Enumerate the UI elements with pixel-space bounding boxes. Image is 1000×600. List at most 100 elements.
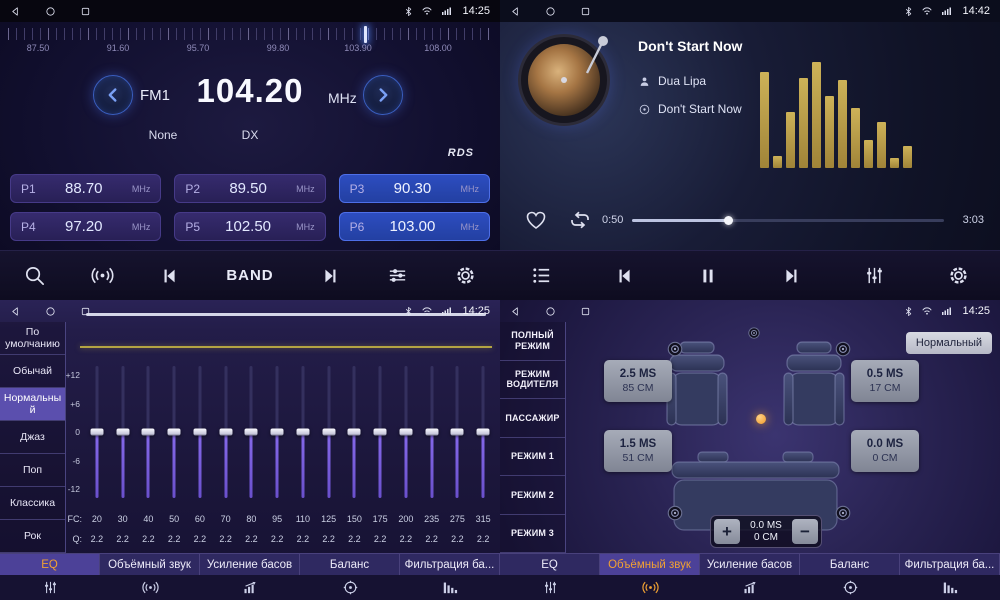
- surround-mode-item[interactable]: РЕЖИМ 3: [500, 515, 565, 554]
- prev-track-icon[interactable]: [614, 265, 636, 287]
- eq-sliders-icon[interactable]: [500, 575, 600, 600]
- slider-knob[interactable]: [425, 429, 438, 436]
- eq-band-slider[interactable]: [84, 366, 110, 498]
- eq-preset-item[interactable]: Поп: [0, 454, 65, 487]
- back-icon[interactable]: [510, 6, 521, 17]
- slider-knob[interactable]: [374, 429, 387, 436]
- slider-knob[interactable]: [168, 429, 181, 436]
- filter-icon[interactable]: [900, 575, 1000, 600]
- tab-balance[interactable]: Баланс: [300, 554, 400, 575]
- surround-mode-item[interactable]: ПОЛНЫЙ РЕЖИМ: [500, 322, 565, 361]
- eq-band-slider[interactable]: [445, 366, 471, 498]
- frequency-ruler[interactable]: 87.5091.6095.7099.80103.90108.00: [0, 26, 500, 60]
- bass-boost-icon[interactable]: [700, 575, 800, 600]
- tab-surround[interactable]: Объёмный звук: [100, 554, 200, 575]
- bass-boost-icon[interactable]: [200, 575, 300, 600]
- slider-knob[interactable]: [90, 429, 103, 436]
- eq-band-slider[interactable]: [316, 366, 342, 498]
- tab-filter[interactable]: Фильтрация ба...: [900, 554, 1000, 575]
- settings-gear-icon[interactable]: [454, 264, 477, 287]
- radio-preset-button[interactable]: P6 103.00 MHz: [339, 212, 490, 241]
- surround-mode-item[interactable]: РЕЖИМ ВОДИТЕЛЯ: [500, 361, 565, 400]
- eq-band-slider[interactable]: [136, 366, 162, 498]
- eq-preset-item[interactable]: Рок: [0, 520, 65, 553]
- eq-band-slider[interactable]: [470, 366, 496, 498]
- search-icon[interactable]: [23, 264, 46, 287]
- delay-front-left[interactable]: 2.5 MS 85 CM: [604, 360, 672, 402]
- eq-band-slider[interactable]: [187, 366, 213, 498]
- band-button[interactable]: BAND: [226, 267, 273, 284]
- surround-sound-icon[interactable]: [100, 575, 200, 600]
- radio-preset-button[interactable]: P5 102.50 MHz: [174, 212, 325, 241]
- back-icon[interactable]: [10, 306, 21, 317]
- radio-preset-button[interactable]: P2 89.50 MHz: [174, 174, 325, 203]
- eq-band-slider[interactable]: [342, 366, 368, 498]
- delay-rear-right[interactable]: 0.0 MS 0 CM: [851, 430, 919, 472]
- slider-knob[interactable]: [348, 429, 361, 436]
- next-track-icon[interactable]: [780, 265, 802, 287]
- eq-sliders-icon[interactable]: [0, 575, 100, 600]
- eq-band-slider[interactable]: [419, 366, 445, 498]
- eq-band-slider[interactable]: [367, 366, 393, 498]
- filter-icon[interactable]: [400, 575, 500, 600]
- surround-sound-icon[interactable]: [600, 575, 700, 600]
- sound-profile-button[interactable]: Нормальный: [906, 332, 992, 354]
- prev-track-icon[interactable]: [159, 265, 181, 287]
- back-icon[interactable]: [510, 306, 521, 317]
- eq-preset-item[interactable]: Нормальный: [0, 388, 65, 421]
- slider-knob[interactable]: [399, 429, 412, 436]
- eq-preset-item[interactable]: Обычай: [0, 355, 65, 388]
- slider-knob[interactable]: [477, 429, 490, 436]
- home-icon[interactable]: [45, 6, 56, 17]
- slider-knob[interactable]: [116, 429, 129, 436]
- next-track-icon[interactable]: [319, 265, 341, 287]
- recents-icon[interactable]: [580, 6, 591, 17]
- playlist-icon[interactable]: [530, 264, 553, 287]
- surround-mode-item[interactable]: РЕЖИМ 1: [500, 438, 565, 477]
- slider-knob[interactable]: [296, 429, 309, 436]
- broadcast-icon[interactable]: [91, 264, 114, 287]
- eq-band-slider[interactable]: [213, 366, 239, 498]
- radio-preset-button[interactable]: P3 90.30 MHz: [339, 174, 490, 203]
- tab-bass-boost[interactable]: Усиление басов: [700, 554, 800, 575]
- home-icon[interactable]: [45, 306, 56, 317]
- eq-band-slider[interactable]: [161, 366, 187, 498]
- back-icon[interactable]: [10, 6, 21, 17]
- delay-plus-button[interactable]: +: [714, 519, 740, 544]
- progress-bar[interactable]: [632, 219, 944, 222]
- slider-knob[interactable]: [245, 429, 258, 436]
- tab-bass-boost[interactable]: Усиление басов: [200, 554, 300, 575]
- delay-front-right[interactable]: 0.5 MS 17 CM: [851, 360, 919, 402]
- tune-down-button[interactable]: [93, 75, 133, 115]
- home-icon[interactable]: [545, 306, 556, 317]
- slider-knob[interactable]: [271, 429, 284, 436]
- slider-knob[interactable]: [322, 429, 335, 436]
- eq-band-slider[interactable]: [290, 366, 316, 498]
- recents-icon[interactable]: [580, 306, 591, 317]
- pause-icon[interactable]: [697, 265, 719, 287]
- eq-band-slider[interactable]: [239, 366, 265, 498]
- listener-position-dot[interactable]: [756, 414, 766, 424]
- recents-icon[interactable]: [80, 306, 91, 317]
- tab-surround[interactable]: Объёмный звук: [600, 554, 700, 575]
- mixer-icon[interactable]: [386, 264, 409, 287]
- radio-preset-button[interactable]: P1 88.70 MHz: [10, 174, 161, 203]
- eq-preset-item[interactable]: По умолчанию: [0, 322, 65, 355]
- eq-preset-item[interactable]: Классика: [0, 487, 65, 520]
- surround-mode-item[interactable]: ПАССАЖИР: [500, 399, 565, 438]
- slider-knob[interactable]: [142, 429, 155, 436]
- tab-eq[interactable]: EQ: [500, 554, 600, 575]
- tune-up-button[interactable]: [363, 75, 403, 115]
- eq-band-slider[interactable]: [393, 366, 419, 498]
- favorite-heart-icon[interactable]: [524, 208, 548, 232]
- delay-minus-button[interactable]: −: [792, 519, 818, 544]
- eq-band-slider[interactable]: [264, 366, 290, 498]
- radio-preset-button[interactable]: P4 97.20 MHz: [10, 212, 161, 241]
- recents-icon[interactable]: [80, 6, 91, 17]
- progress-knob[interactable]: [724, 216, 733, 225]
- tab-balance[interactable]: Баланс: [800, 554, 900, 575]
- tab-eq[interactable]: EQ: [0, 554, 100, 575]
- slider-knob[interactable]: [219, 429, 232, 436]
- eq-band-slider[interactable]: [110, 366, 136, 498]
- balance-icon[interactable]: [800, 575, 900, 600]
